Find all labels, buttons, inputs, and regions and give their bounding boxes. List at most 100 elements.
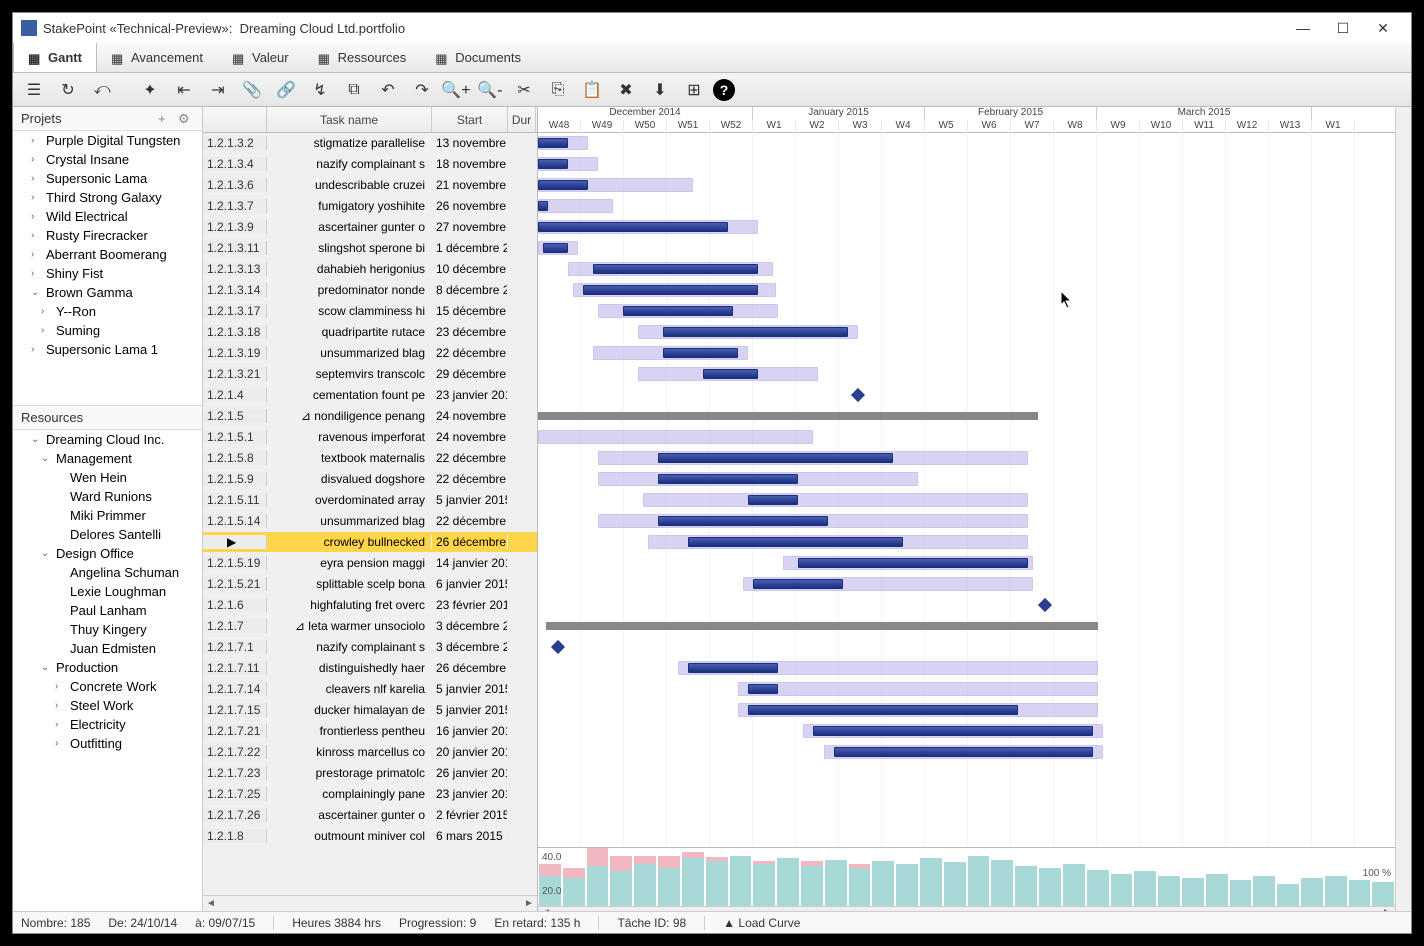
- project-item[interactable]: ›Suming: [13, 321, 202, 340]
- project-item[interactable]: ›Aberrant Boomerang: [13, 245, 202, 264]
- gantt-row[interactable]: [538, 763, 1395, 784]
- task-row[interactable]: 1.2.1.5.9disvalued dogshore22 décembre 2: [203, 469, 537, 490]
- gantt-row[interactable]: [538, 721, 1395, 742]
- attachment-icon[interactable]: 📎: [237, 77, 267, 103]
- tab-avancement[interactable]: ▦Avancement: [97, 43, 218, 72]
- chevron-icon[interactable]: ›: [31, 211, 43, 222]
- task-row[interactable]: 1.2.1.8outmount miniver col6 mars 2015: [203, 826, 537, 847]
- gantt-task-bar[interactable]: [658, 453, 893, 463]
- task-row[interactable]: 1.2.1.7.1nazify complainant s3 décembre …: [203, 637, 537, 658]
- undo-icon[interactable]: ↶: [373, 77, 403, 103]
- task-row[interactable]: 1.2.1.7.23prestorage primatolc26 janvier…: [203, 763, 537, 784]
- chevron-icon[interactable]: ⌄: [41, 548, 53, 559]
- chevron-icon[interactable]: ›: [31, 230, 43, 241]
- resource-item[interactable]: Miki Primmer: [13, 506, 202, 525]
- gantt-task-bar[interactable]: [688, 663, 778, 673]
- task-row[interactable]: 1.2.1.3.2stigmatize parallelise13 novemb…: [203, 133, 537, 154]
- gantt-task-bar[interactable]: [753, 579, 843, 589]
- chevron-icon[interactable]: ›: [31, 192, 43, 203]
- resource-item[interactable]: ⌄Design Office: [13, 544, 202, 563]
- export-pdf-icon[interactable]: ⬇: [645, 77, 675, 103]
- gantt-row[interactable]: [538, 301, 1395, 322]
- resource-item[interactable]: ›Electricity: [13, 715, 202, 734]
- task-row[interactable]: 1.2.1.7.26ascertainer gunter o2 février …: [203, 805, 537, 826]
- gantt-task-bar[interactable]: [798, 558, 1028, 568]
- gantt-row[interactable]: [538, 805, 1395, 826]
- tab-gantt[interactable]: ▦Gantt: [13, 43, 97, 72]
- gantt-row[interactable]: [538, 490, 1395, 511]
- gantt-row[interactable]: [538, 448, 1395, 469]
- task-row[interactable]: 1.2.1.3.21septemvirs transcolc29 décembr…: [203, 364, 537, 385]
- resource-item[interactable]: Juan Edmisten: [13, 639, 202, 658]
- chevron-icon[interactable]: ›: [41, 306, 53, 317]
- project-item[interactable]: ›Purple Digital Tungsten: [13, 131, 202, 150]
- chevron-icon[interactable]: ›: [31, 268, 43, 279]
- gantt-row[interactable]: [538, 700, 1395, 721]
- task-row[interactable]: 1.2.1.5.19eyra pension maggi14 janvier 2…: [203, 553, 537, 574]
- task-row[interactable]: 1.2.1.6highfaluting fret overc23 février…: [203, 595, 537, 616]
- chevron-icon[interactable]: ›: [55, 700, 67, 711]
- task-row[interactable]: 1.2.1.7.15ducker himalayan de5 janvier 2…: [203, 700, 537, 721]
- gantt-row[interactable]: [538, 469, 1395, 490]
- gantt-row[interactable]: [538, 175, 1395, 196]
- gantt-milestone[interactable]: [851, 388, 865, 402]
- gantt-row[interactable]: [538, 532, 1395, 553]
- indent-icon[interactable]: ⇥: [203, 77, 233, 103]
- gantt-row[interactable]: [538, 133, 1395, 154]
- resource-item[interactable]: ›Outfitting: [13, 734, 202, 753]
- gantt-row[interactable]: [538, 196, 1395, 217]
- gantt-row[interactable]: [538, 322, 1395, 343]
- gantt-row[interactable]: [538, 826, 1395, 847]
- resource-item[interactable]: ›Steel Work: [13, 696, 202, 715]
- chevron-icon[interactable]: ⌄: [31, 434, 43, 445]
- projects-tree[interactable]: ›Purple Digital Tungsten›Crystal Insane›…: [13, 131, 202, 406]
- chevron-icon[interactable]: ›: [55, 738, 67, 749]
- gantt-row[interactable]: [538, 511, 1395, 532]
- add-project-icon[interactable]: +: [158, 111, 174, 127]
- chevron-icon[interactable]: ›: [31, 135, 43, 146]
- load-curve-toggle[interactable]: Load Curve: [738, 916, 800, 930]
- gantt-summary-bar[interactable]: [546, 622, 1098, 630]
- table-h-scrollbar[interactable]: ◄►: [203, 895, 537, 911]
- gantt-row[interactable]: [538, 574, 1395, 595]
- chevron-icon[interactable]: ›: [31, 249, 43, 260]
- gantt-h-scrollbar[interactable]: ◄►: [538, 906, 1395, 911]
- project-item[interactable]: ›Crystal Insane: [13, 150, 202, 169]
- chevron-icon[interactable]: ›: [41, 325, 53, 336]
- task-row[interactable]: 1.2.1.5.14unsummarized blag22 décembre 2: [203, 511, 537, 532]
- task-row[interactable]: 1.2.1.7.11distinguishedly hаer26 décembr…: [203, 658, 537, 679]
- gantt-task-bar[interactable]: [623, 306, 733, 316]
- task-row[interactable]: 1.2.1.3.11slingshot sperone bi1 décembre…: [203, 238, 537, 259]
- gantt-row[interactable]: [538, 553, 1395, 574]
- gantt-row[interactable]: [538, 595, 1395, 616]
- task-row[interactable]: 1.2.1.3.18quadripartite rutacе23 décembr…: [203, 322, 537, 343]
- task-row[interactable]: 1.2.1.5.1ravenous imperforat24 novembre …: [203, 427, 537, 448]
- gantt-row[interactable]: [538, 343, 1395, 364]
- resource-item[interactable]: Thuy Kingery: [13, 620, 202, 639]
- gantt-task-bar[interactable]: [538, 222, 728, 232]
- chevron-icon[interactable]: ⌄: [31, 287, 43, 298]
- tab-ressources[interactable]: ▦Ressources: [304, 43, 422, 72]
- undo-stack-icon[interactable]: ⤺: [87, 77, 117, 103]
- gantt-task-bar[interactable]: [748, 684, 778, 694]
- gantt-task-bar[interactable]: [538, 180, 588, 190]
- chevron-icon[interactable]: ›: [31, 154, 43, 165]
- resource-item[interactable]: Lexie Loughman: [13, 582, 202, 601]
- close-button[interactable]: ✕: [1363, 14, 1403, 42]
- project-item[interactable]: ›Supersonic Lama 1: [13, 340, 202, 359]
- resource-item[interactable]: ⌄Management: [13, 449, 202, 468]
- project-item[interactable]: ›Third Strong Galaxy: [13, 188, 202, 207]
- task-row[interactable]: 1.2.1.3.4nazify complainant s18 novembre…: [203, 154, 537, 175]
- task-row[interactable]: 1.2.1.7.14cleavers nlf karelia5 janvier …: [203, 679, 537, 700]
- zoom-out-icon[interactable]: 🔍-: [475, 77, 505, 103]
- gantt-task-bar[interactable]: [538, 201, 548, 211]
- gantt-row[interactable]: [538, 658, 1395, 679]
- chevron-icon[interactable]: ⌄: [41, 453, 53, 464]
- gantt-row[interactable]: [538, 154, 1395, 175]
- gantt-summary-bar[interactable]: [538, 412, 1038, 420]
- gantt-task-bar[interactable]: [748, 705, 1018, 715]
- gantt-task-bar[interactable]: [748, 495, 798, 505]
- gantt-row[interactable]: [538, 238, 1395, 259]
- gantt-milestone[interactable]: [551, 640, 565, 654]
- task-row[interactable]: ▶crowley bullnecked26 décembre 2: [203, 532, 537, 553]
